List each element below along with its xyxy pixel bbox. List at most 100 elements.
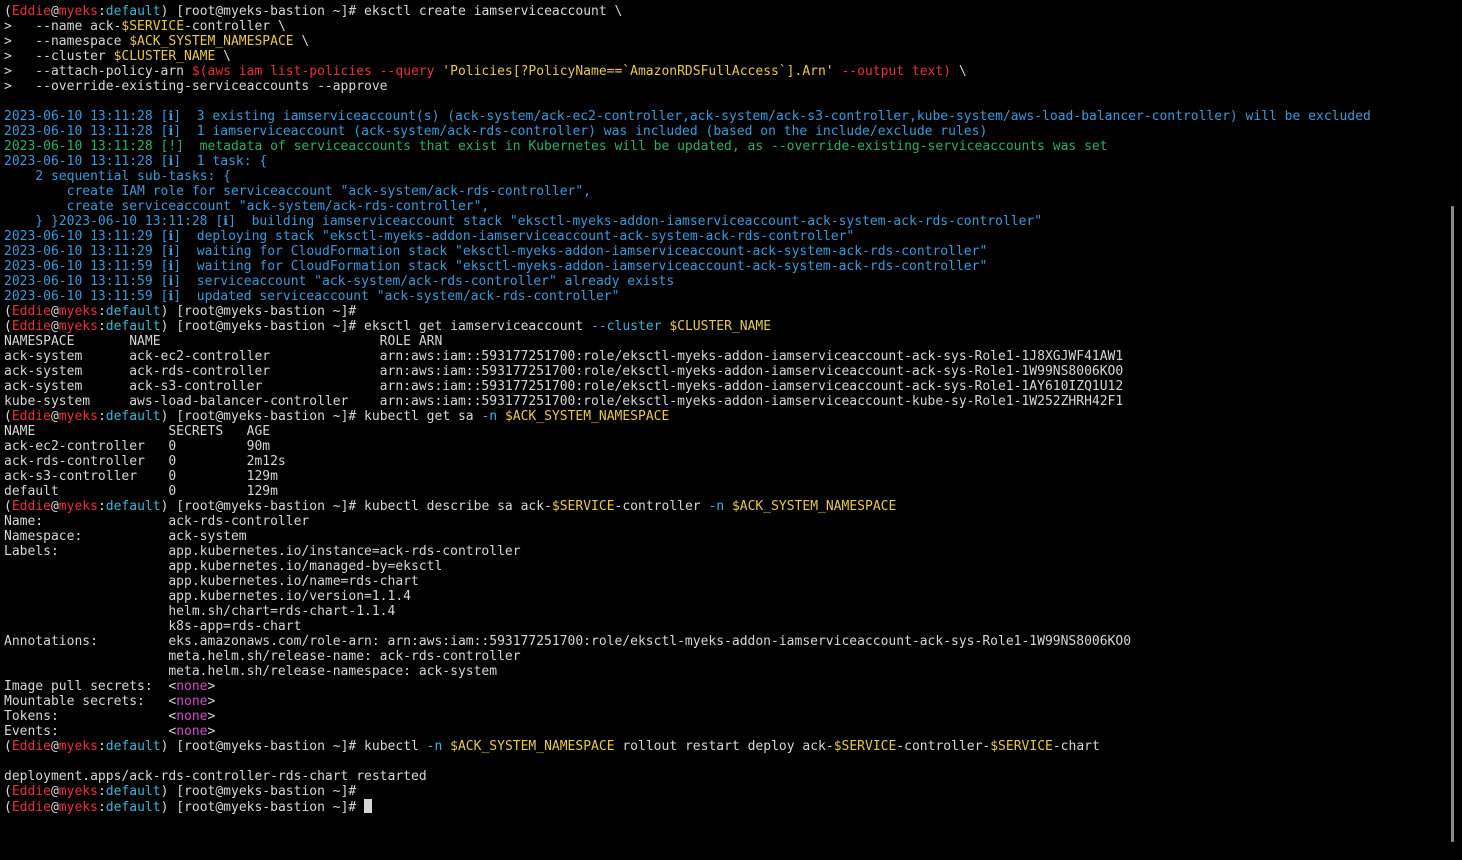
terminal-line: app.kubernetes.io/version=1.1.4 xyxy=(4,589,1450,604)
terminal-text: : xyxy=(97,739,106,754)
terminal-text: > xyxy=(207,724,216,739)
terminal-text: > --attach-policy-arn xyxy=(4,64,192,79)
terminal-text: $SERVICE xyxy=(121,19,185,34)
terminal-text: Eddie xyxy=(11,739,51,754)
terminal-text: @ xyxy=(50,319,59,334)
terminal-text: none xyxy=(176,709,208,724)
terminal-line: Mountable secrets: <none> xyxy=(4,694,1450,709)
terminal-text: Tokens: < xyxy=(4,709,177,724)
terminal-text: default 0 129m xyxy=(4,484,278,499)
terminal-line: 2023-06-10 13:11:59 [ℹ] updated servicea… xyxy=(4,289,1450,304)
terminal-line: (Eddie@myeks:default) [root@myeks-bastio… xyxy=(4,739,1450,754)
terminal-line: (Eddie@myeks:default) [root@myeks-bastio… xyxy=(4,319,1450,334)
terminal-text: : xyxy=(97,784,106,799)
terminal-line: > --attach-policy-arn $(aws iam list-pol… xyxy=(4,64,1450,79)
terminal-text: ) [root@myeks-bastion ~]# kubectl descri… xyxy=(160,499,552,514)
terminal-text: $(aws iam list-policies --query xyxy=(191,64,443,79)
terminal-text: meta.helm.sh/release-namespace: ack-syst… xyxy=(4,664,498,679)
terminal-text: --cluster xyxy=(591,319,662,334)
scrollbar-thumb[interactable] xyxy=(1451,206,1454,842)
terminal-line: 2023-06-10 13:11:28 [ℹ] 1 task: { xyxy=(4,154,1450,169)
terminal-text: app.kubernetes.io/version=1.1.4 xyxy=(4,589,411,604)
terminal-text: create IAM role for serviceaccount "ack-… xyxy=(4,184,591,199)
terminal-text: default xyxy=(105,319,161,334)
terminal-text: 2023-06-10 13:11:59 [ℹ] waiting for Clou… xyxy=(4,259,988,274)
terminal-line: 2023-06-10 13:11:59 [ℹ] waiting for Clou… xyxy=(4,259,1450,274)
terminal-text: Mountable secrets: < xyxy=(4,694,177,709)
terminal-text: default xyxy=(105,4,161,19)
terminal-line: app.kubernetes.io/name=rds-chart xyxy=(4,574,1450,589)
terminal-line: Image pull secrets: <none> xyxy=(4,679,1450,694)
terminal-text: \ xyxy=(215,49,231,64)
terminal-text: NAME SECRETS AGE xyxy=(4,424,271,439)
terminal-text: 2023-06-10 13:11:29 [ℹ] waiting for Clou… xyxy=(4,244,988,259)
terminal-text: $ACK_SYSTEM_NAMESPACE xyxy=(450,739,615,754)
terminal-text: @ xyxy=(50,784,59,799)
terminal-text: ack-system ack-s3-controller arn:aws:iam… xyxy=(4,379,1124,394)
terminal-text: ) [root@myeks-bastion ~]# kubectl get sa xyxy=(160,409,482,424)
terminal-text: 2023-06-10 13:11:59 [ℹ] serviceaccount "… xyxy=(4,274,675,289)
terminal-text: > --namespace xyxy=(4,34,130,49)
terminal-line: > --override-existing-serviceaccounts --… xyxy=(4,79,1450,94)
terminal-text: myeks xyxy=(58,739,98,754)
terminal-line: Annotations: eks.amazonaws.com/role-arn:… xyxy=(4,634,1450,649)
terminal-line: default 0 129m xyxy=(4,484,1450,499)
terminal-text: ( xyxy=(4,739,12,754)
terminal-text: $ACK_SYSTEM_NAMESPACE xyxy=(731,499,897,514)
cursor xyxy=(364,799,373,813)
terminal-line: create IAM role for serviceaccount "ack-… xyxy=(4,184,1450,199)
terminal-text: default xyxy=(105,800,161,815)
terminal-text: k8s-app=rds-chart xyxy=(4,619,302,634)
terminal-text: Eddie xyxy=(11,4,51,19)
terminal-line: Name: ack-rds-controller xyxy=(4,514,1450,529)
terminal-line: (Eddie@myeks:default) [root@myeks-bastio… xyxy=(4,499,1450,514)
terminal-text: $CLUSTER_NAME xyxy=(113,49,216,64)
terminal-line: k8s-app=rds-chart xyxy=(4,619,1450,634)
terminal-line: Labels: app.kubernetes.io/instance=ack-r… xyxy=(4,544,1450,559)
terminal-text: -controller xyxy=(614,499,709,514)
terminal-text: @ xyxy=(50,739,59,754)
terminal-text: $ACK_SYSTEM_NAMESPACE xyxy=(504,409,670,424)
terminal-text: default xyxy=(105,304,161,319)
terminal-text: Eddie xyxy=(11,319,51,334)
terminal-text: 2023-06-10 13:11:28 [ℹ] 1 task: { xyxy=(4,154,268,169)
terminal-text: myeks xyxy=(58,499,98,514)
terminal-text: > --override-existing-serviceaccounts --… xyxy=(4,79,388,94)
terminal-text: myeks xyxy=(58,784,98,799)
terminal-line: (Eddie@myeks:default) [root@myeks-bastio… xyxy=(4,4,1450,19)
terminal-text: @ xyxy=(50,4,59,19)
terminal-text: Labels: app.kubernetes.io/instance=ack-r… xyxy=(4,544,521,559)
terminal-text: ( xyxy=(4,800,12,815)
terminal-text: NAMESPACE NAME ROLE ARN xyxy=(4,334,443,349)
terminal-text: Eddie xyxy=(11,800,51,815)
terminal-text: Name: ack-rds-controller xyxy=(4,514,310,529)
terminal-text: kube-system aws-load-balancer-controller… xyxy=(4,394,1124,409)
terminal-text: \ xyxy=(951,64,967,79)
terminal-text: -controller- xyxy=(896,739,991,754)
terminal-line: ack-system ack-s3-controller arn:aws:iam… xyxy=(4,379,1450,394)
terminal-text: ) [root@myeks-bastion ~]# xyxy=(160,304,357,319)
terminal-line: 2023-06-10 13:11:28 [ℹ] 3 existing iamse… xyxy=(4,109,1450,124)
terminal-text: ack-s3-controller 0 129m xyxy=(4,469,278,484)
terminal-line: ack-ec2-controller 0 90m xyxy=(4,439,1450,454)
terminal-text: : xyxy=(97,800,106,815)
terminal-text: Eddie xyxy=(11,409,51,424)
terminal-line: } }2023-06-10 13:11:28 [ℹ] building iams… xyxy=(4,214,1450,229)
terminal-line: 2023-06-10 13:11:29 [ℹ] deploying stack … xyxy=(4,229,1450,244)
terminal-text: 2023-06-10 13:11:28 [!] metadata of serv… xyxy=(4,139,1108,154)
terminal-text: create serviceaccount "ack-system/ack-rd… xyxy=(4,199,490,214)
terminal-output[interactable]: (Eddie@myeks:default) [root@myeks-bastio… xyxy=(0,0,1450,860)
terminal-line: kube-system aws-load-balancer-controller… xyxy=(4,394,1450,409)
terminal-text: Namespace: ack-system xyxy=(4,529,247,544)
terminal-text: ) [root@myeks-bastion ~]# xyxy=(160,784,357,799)
terminal-line: Events: <none> xyxy=(4,724,1450,739)
terminal-text: 'Policies[?PolicyName==`AmazonRDSFullAcc… xyxy=(442,64,834,79)
terminal-text: : xyxy=(97,4,106,19)
terminal-text: 2023-06-10 13:11:28 [ℹ] 1 iamserviceacco… xyxy=(4,124,988,139)
terminal-text: -n xyxy=(708,499,725,514)
terminal-text: none xyxy=(176,694,208,709)
terminal-text: ( xyxy=(4,499,12,514)
terminal-text: -chart xyxy=(1052,739,1100,754)
